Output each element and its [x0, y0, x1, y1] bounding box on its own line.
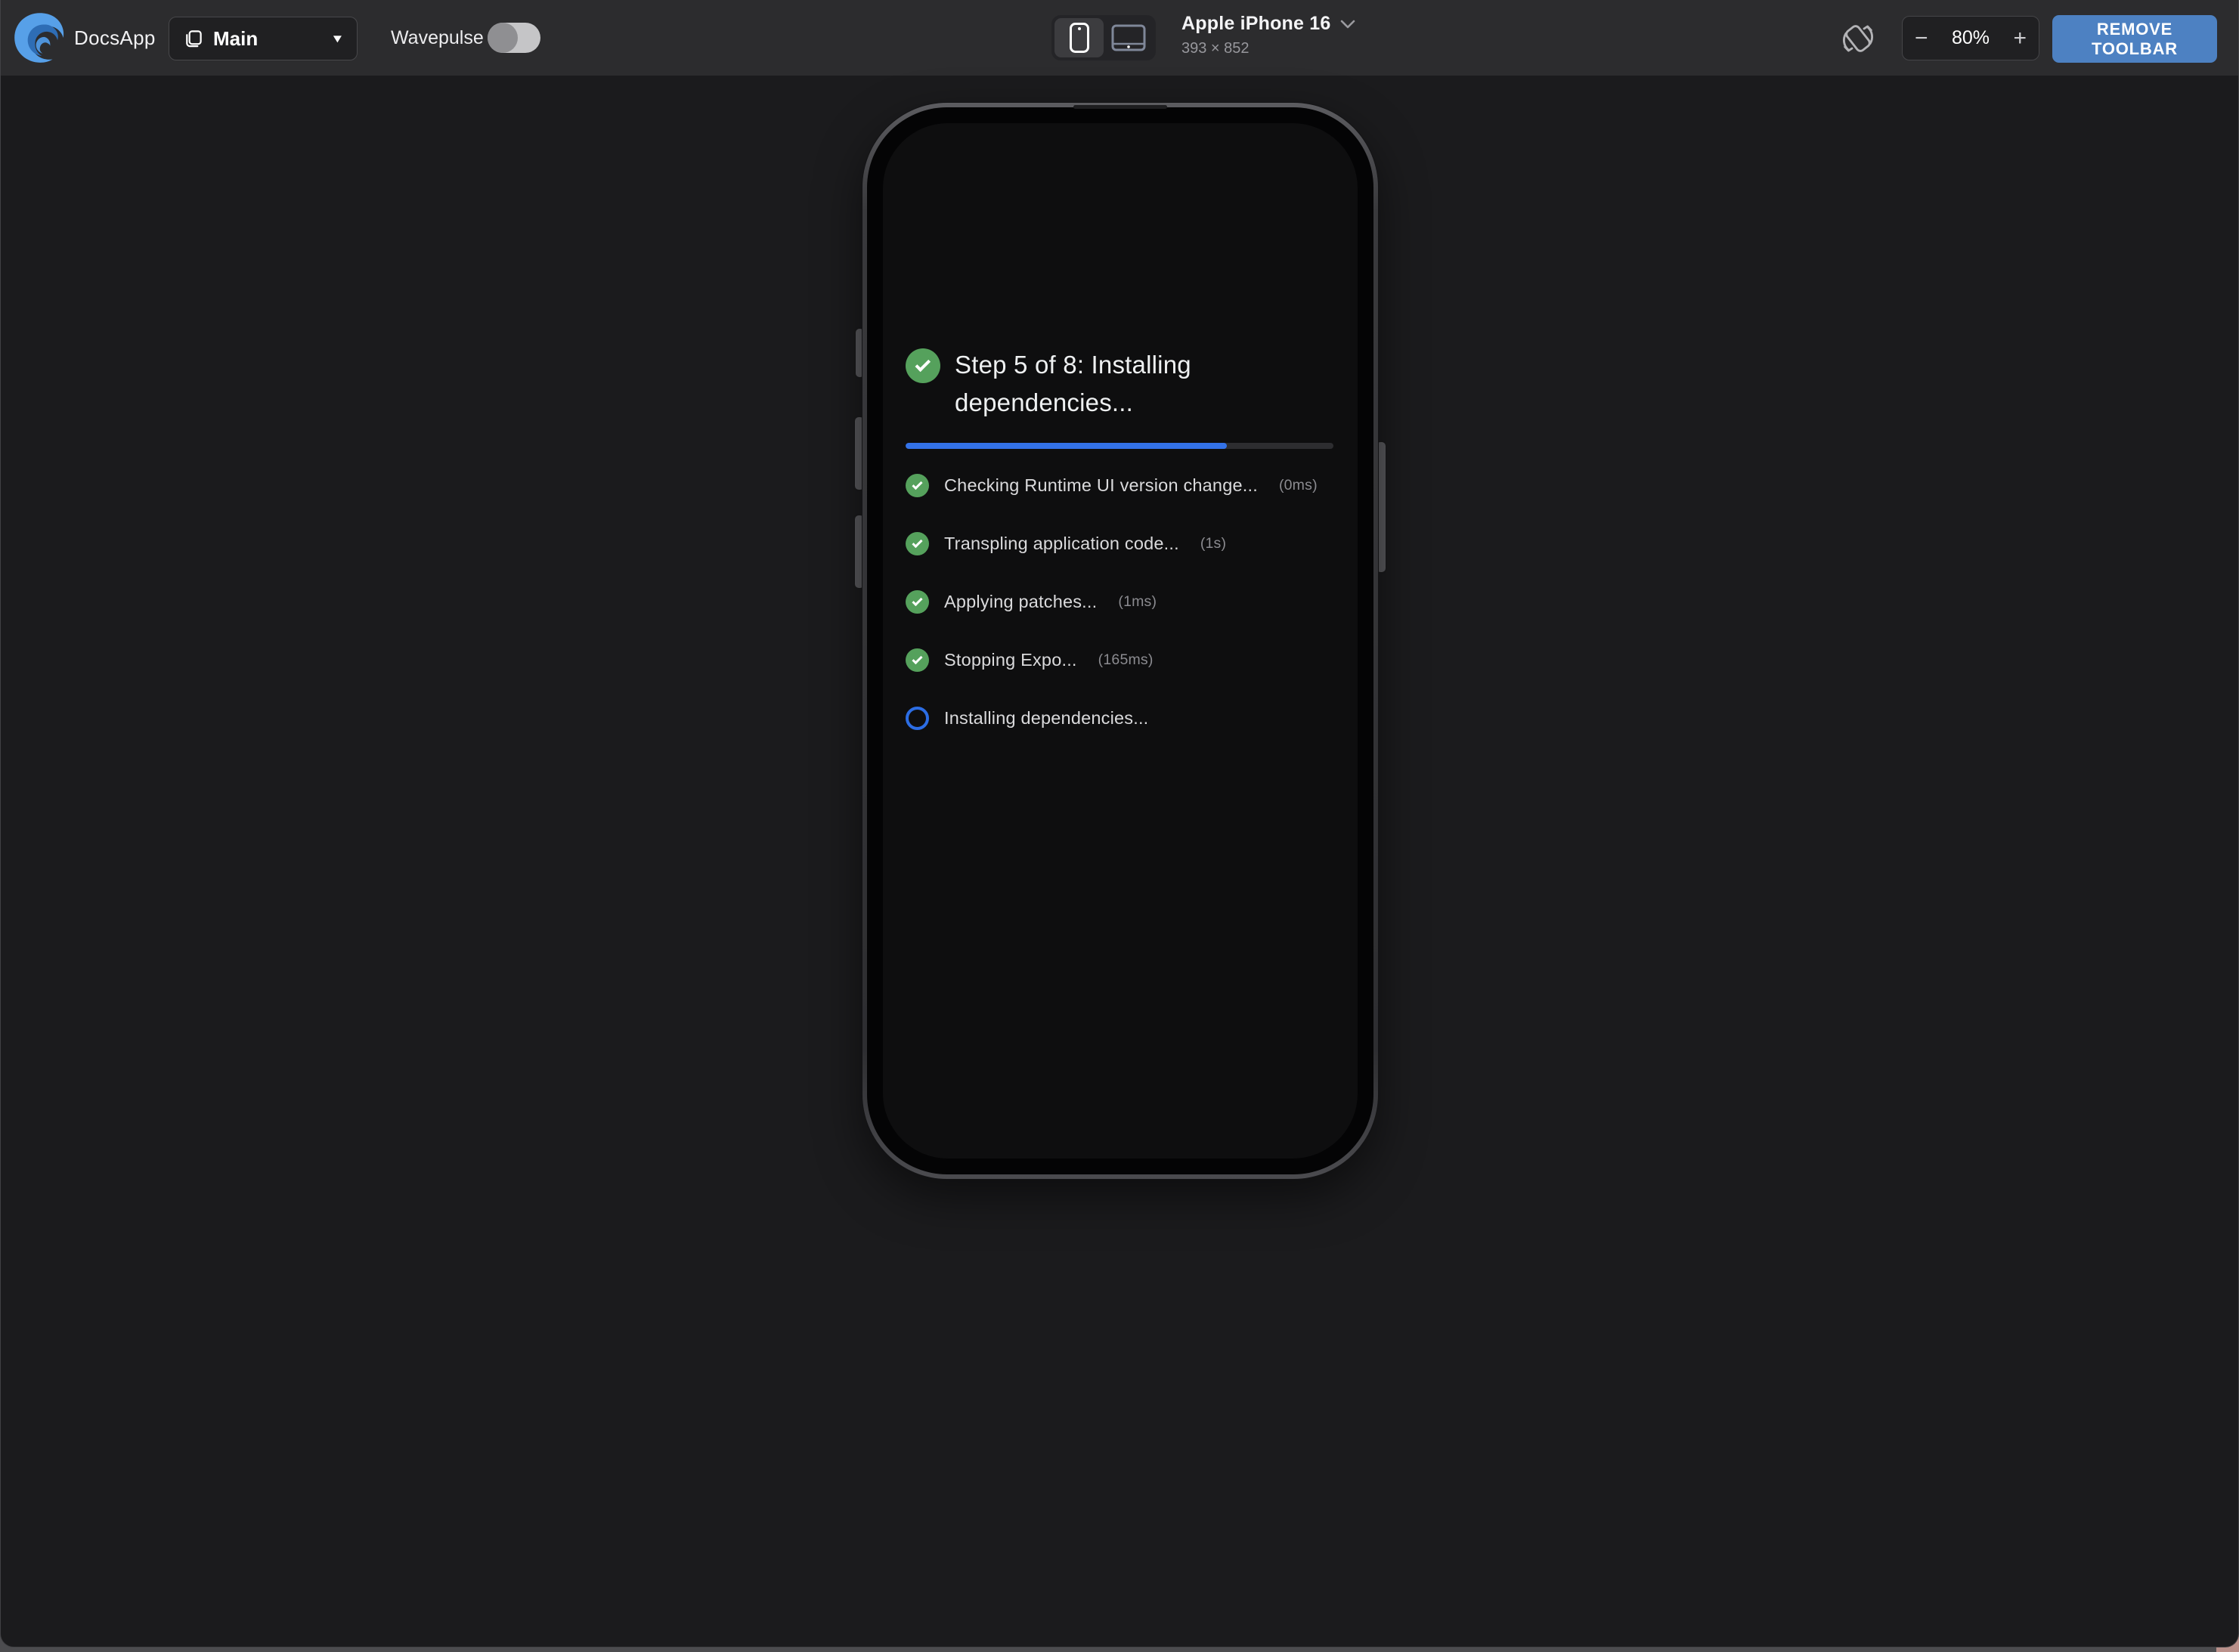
- task-list: Checking Runtime UI version change... (0…: [906, 474, 1333, 730]
- check-circle-icon: [906, 348, 940, 383]
- task-label: Applying patches...: [944, 592, 1097, 612]
- task-row: Transpling application code... (1s): [906, 532, 1333, 555]
- remove-toolbar-button[interactable]: REMOVE TOOLBAR: [2052, 15, 2217, 63]
- rotate-device-icon[interactable]: [1838, 18, 1878, 59]
- task-row: Stopping Expo... (165ms): [906, 648, 1333, 672]
- task-label: Checking Runtime UI version change...: [944, 475, 1258, 496]
- setup-progress-panel: Step 5 of 8: Installing dependencies... …: [906, 346, 1333, 765]
- task-done-icon: [906, 474, 929, 497]
- app-window: DocsApp Main ▼ Wavepulse: [0, 0, 2239, 1647]
- task-done-icon: [906, 648, 929, 672]
- checkmark-icon: [912, 654, 922, 664]
- checkmark-icon: [912, 596, 922, 606]
- branch-selected-label: Main: [213, 27, 258, 51]
- toggle-knob: [488, 23, 518, 53]
- caret-down-icon: ▼: [330, 32, 345, 45]
- tablet-icon: [1111, 24, 1146, 51]
- toolbar: DocsApp Main ▼ Wavepulse: [1, 0, 2238, 76]
- task-done-icon: [906, 532, 929, 555]
- zoom-in-button[interactable]: +: [2013, 27, 2027, 50]
- task-row: Applying patches... (1ms): [906, 590, 1333, 614]
- step-header: Step 5 of 8: Installing dependencies...: [906, 346, 1333, 422]
- checkmark-icon: [915, 357, 931, 373]
- task-label: Stopping Expo...: [944, 650, 1077, 670]
- phone-frame: Step 5 of 8: Installing dependencies... …: [862, 103, 1378, 1179]
- device-type-segmented-control: [1051, 15, 1156, 60]
- task-duration: (1ms): [1118, 593, 1157, 611]
- wavepulse-toggle[interactable]: [488, 23, 540, 53]
- wavepulse-label: Wavepulse: [391, 0, 484, 76]
- device-info: Apple iPhone 16 393 × 852: [1181, 13, 1356, 57]
- zoom-out-button[interactable]: −: [1915, 27, 1928, 50]
- phone-icon: [1068, 22, 1091, 54]
- zoom-level: 80%: [1952, 27, 1990, 49]
- progress-bar-fill: [906, 443, 1227, 449]
- task-duration: (165ms): [1098, 651, 1154, 669]
- segment-tablet[interactable]: [1104, 18, 1153, 57]
- checkmark-icon: [912, 479, 922, 490]
- task-done-icon: [906, 590, 929, 614]
- chevron-down-icon: [1339, 19, 1356, 29]
- task-row: Checking Runtime UI version change... (0…: [906, 474, 1333, 497]
- app-title: DocsApp: [74, 0, 156, 76]
- task-duration: (0ms): [1279, 477, 1318, 494]
- task-inprogress-icon: [906, 707, 929, 730]
- checkmark-icon: [912, 537, 922, 548]
- device-name: Apple iPhone 16: [1181, 13, 1330, 35]
- branch-selector[interactable]: Main ▼: [169, 17, 358, 60]
- zoom-control: − 80% +: [1902, 16, 2039, 60]
- task-duration: (1s): [1200, 535, 1226, 552]
- task-label: Installing dependencies...: [944, 708, 1148, 729]
- device-selector[interactable]: Apple iPhone 16: [1181, 13, 1356, 35]
- device-dimensions: 393 × 852: [1181, 40, 1356, 57]
- task-row: Installing dependencies...: [906, 707, 1333, 730]
- phone-bezel: Step 5 of 8: Installing dependencies... …: [867, 107, 1373, 1174]
- task-label: Transpling application code...: [944, 534, 1179, 554]
- segment-phone[interactable]: [1054, 18, 1104, 57]
- step-title: Step 5 of 8: Installing dependencies...: [955, 346, 1310, 422]
- phone-screen: Step 5 of 8: Installing dependencies... …: [883, 123, 1358, 1159]
- progress-bar: [906, 443, 1333, 449]
- pages-icon: [183, 29, 203, 49]
- phone-top-slit: [1073, 105, 1167, 109]
- wave-logo-icon: [13, 11, 66, 65]
